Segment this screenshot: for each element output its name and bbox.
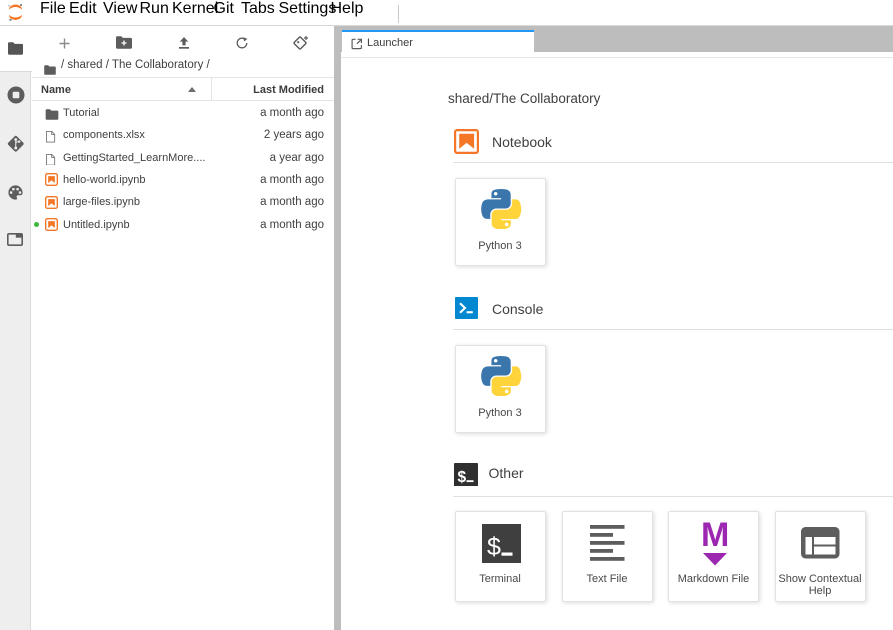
- svg-text:M: M: [701, 519, 729, 554]
- svg-text:$: $: [487, 533, 501, 561]
- svg-text:$: $: [458, 469, 467, 486]
